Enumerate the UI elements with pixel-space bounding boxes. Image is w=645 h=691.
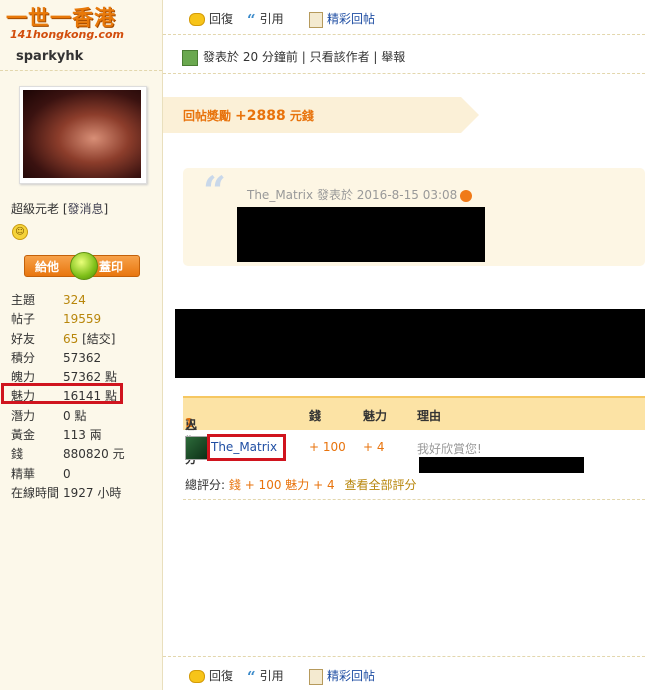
rater-avatar[interactable] [185,436,209,460]
quote-icon: “ [247,667,256,686]
author-name[interactable]: sparkyhk [16,49,83,64]
site-logo[interactable]: 一世一香港 141hongkong.com [4,2,160,42]
reply-button[interactable]: 回復 [189,667,233,684]
smiley-icon: ☺ [12,224,28,240]
author-sidebar: 一世一香港 141hongkong.com sparkyhk 超級元老 [發消息… [0,0,163,690]
redacted-post-content [175,309,645,378]
highlight-box-rater [207,434,286,461]
divider [163,73,645,74]
post-meta: 發表於 20 分鐘前 | 只看該作者 | 舉報 [182,48,405,66]
add-friend-link[interactable]: [結交] [82,332,115,346]
post-toolbar-bottom: 回復 “引用 精彩回帖 [163,656,645,691]
send-message-link[interactable]: 發消息 [68,202,104,216]
quote-header: The_Matrix 發表於 2016-8-15 03:08 [247,186,473,203]
featured-reply-button[interactable]: 精彩回帖 [309,667,375,685]
user-rank: 超級元老 [發消息] [11,202,109,216]
give-stamp-button[interactable]: 給他 蓋印 [24,252,140,280]
post-toolbar-top: 回復 “引用 精彩回帖 [163,0,645,35]
quote-mark-icon: “ [203,168,227,215]
stat-posts: 帖子 19559 [11,312,102,327]
reply-button[interactable]: 回復 [189,10,233,27]
stat-friends: 好友 65 [結交] [11,331,116,346]
avatar[interactable] [19,86,147,184]
rating-total: 總評分: 錢 + 100 魅力 + 4 查看全部評分 [185,478,417,492]
featured-reply-button[interactable]: 精彩回帖 [309,10,375,28]
reply-icon [189,13,205,26]
avatar-image [23,90,141,178]
user-icon [182,49,198,66]
divider [183,499,645,500]
stat-essence: 精華 0 [11,466,71,481]
reply-reward-banner: 回帖獎勵 +2888 元錢 [163,97,479,133]
stat-potential: 潛力 0 點 [11,408,87,423]
highlight-box-charm [1,383,123,404]
quote-block: “ The_Matrix 發表於 2016-8-15 03:08 [183,168,645,266]
stat-topics: 主題 324 [11,293,86,307]
author-only-link[interactable]: 只看該作者 [310,50,370,64]
stamp-ball-icon [70,252,98,280]
quote-button[interactable]: “引用 [247,667,284,684]
redacted-reason [419,457,584,473]
report-link[interactable]: 舉報 [381,50,405,64]
stat-money: 錢 880820 元 [11,447,125,462]
redacted-quote-content [237,207,485,262]
quote-button[interactable]: “引用 [247,10,284,27]
stat-online-time: 在線時間 1927 小時 [11,485,122,500]
divider [0,70,162,71]
jump-to-post-icon[interactable] [460,189,473,202]
rating-header: 已有 1 人評分 錢 魅力 理由 [183,396,645,466]
document-icon [309,11,323,28]
document-icon [309,668,323,685]
quote-icon: “ [247,10,256,29]
reply-icon [189,670,205,683]
stat-points: 積分 57362 [11,350,102,365]
view-all-ratings-link[interactable]: 查看全部評分 [344,478,416,492]
stat-gold: 黃金 113 兩 [11,428,102,443]
